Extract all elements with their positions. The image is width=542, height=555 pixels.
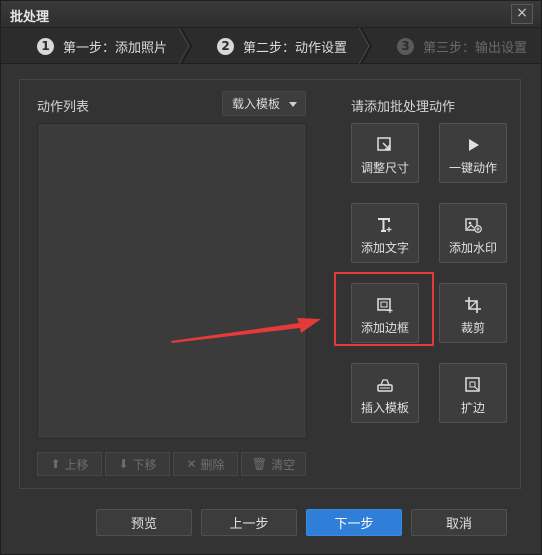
resize-icon <box>375 135 395 155</box>
step-2-number: 2 <box>217 37 234 55</box>
list-buttons: ⬆ 上移 ⬇ 下移 ✕ 删除 🗑 清空 <box>37 452 306 476</box>
actions-title: 请添加批处理动作 <box>351 100 456 115</box>
resize-tile[interactable]: 调整尺寸 <box>351 123 419 183</box>
load-template-label: 载入模板 <box>232 97 281 111</box>
clear-label: 清空 <box>271 457 296 472</box>
one-click-action-label: 一键动作 <box>448 161 497 175</box>
step-1-label: 第一步：添加照片 <box>63 40 168 56</box>
load-template-dropdown[interactable]: 载入模板 <box>222 91 306 116</box>
text-icon <box>375 215 395 235</box>
highlight-box <box>334 272 434 346</box>
batch-dialog: 批处理 × 1 第一步：添加照片 2 第二步：动作设置 3 第三步：输出设置 动… <box>0 0 542 555</box>
arrow-down-icon: ⬇ <box>118 457 129 471</box>
window-title: 批处理 <box>10 10 50 25</box>
clear-button[interactable]: 🗑 清空 <box>241 452 306 476</box>
preview-button[interactable]: 预览 <box>96 509 192 536</box>
chevron-right-icon <box>179 28 193 64</box>
step-1[interactable]: 1 第一步：添加照片 <box>37 28 167 64</box>
add-watermark-tile[interactable]: 添加水印 <box>439 203 507 263</box>
action-list[interactable] <box>37 123 307 439</box>
move-down-button[interactable]: ⬇ 下移 <box>105 452 170 476</box>
insert-template-label: 插入模板 <box>360 401 409 415</box>
arrow-up-icon: ⬆ <box>50 457 61 471</box>
crop-icon <box>463 295 483 315</box>
play-icon <box>463 135 483 155</box>
move-up-label: 上移 <box>64 457 89 472</box>
expand-icon <box>463 375 483 395</box>
expand-border-label: 扩边 <box>460 401 485 415</box>
add-watermark-label: 添加水印 <box>448 241 497 255</box>
cancel-button[interactable]: 取消 <box>411 509 507 536</box>
step-1-number: 1 <box>37 37 54 55</box>
prev-step-button[interactable]: 上一步 <box>201 509 297 536</box>
red-arrow-icon <box>171 318 321 343</box>
expand-border-tile[interactable]: 扩边 <box>439 363 507 423</box>
crop-tile[interactable]: 裁剪 <box>439 283 507 343</box>
close-icon: ✕ <box>186 457 197 471</box>
step-3[interactable]: 3 第三步：输出设置 <box>397 28 527 64</box>
watermark-icon <box>463 215 483 235</box>
add-text-tile[interactable]: 添加文字 <box>351 203 419 263</box>
chevron-down-icon <box>289 102 297 107</box>
trash-icon: 🗑 <box>251 457 268 471</box>
template-icon <box>375 375 395 395</box>
step-3-number: 3 <box>397 37 414 55</box>
step-3-label: 第三步：输出设置 <box>423 40 528 56</box>
next-step-button[interactable]: 下一步 <box>306 509 402 536</box>
action-list-title: 动作列表 <box>37 100 90 115</box>
delete-label: 删除 <box>200 457 225 472</box>
move-down-label: 下移 <box>132 457 157 472</box>
resize-label: 调整尺寸 <box>360 161 409 175</box>
step-2[interactable]: 2 第二步：动作设置 <box>217 28 347 64</box>
step-2-label: 第二步：动作设置 <box>243 40 348 56</box>
one-click-action-tile[interactable]: 一键动作 <box>439 123 507 183</box>
insert-template-tile[interactable]: 插入模板 <box>351 363 419 423</box>
crop-label: 裁剪 <box>460 321 485 335</box>
chevron-right-icon <box>359 28 373 64</box>
step-bar: 1 第一步：添加照片 2 第二步：动作设置 3 第三步：输出设置 <box>1 28 541 64</box>
delete-button[interactable]: ✕ 删除 <box>173 452 238 476</box>
move-up-button[interactable]: ⬆ 上移 <box>37 452 102 476</box>
close-button[interactable]: × <box>511 4 533 24</box>
title-bar: 批处理 × <box>1 1 541 28</box>
add-text-label: 添加文字 <box>360 241 409 255</box>
